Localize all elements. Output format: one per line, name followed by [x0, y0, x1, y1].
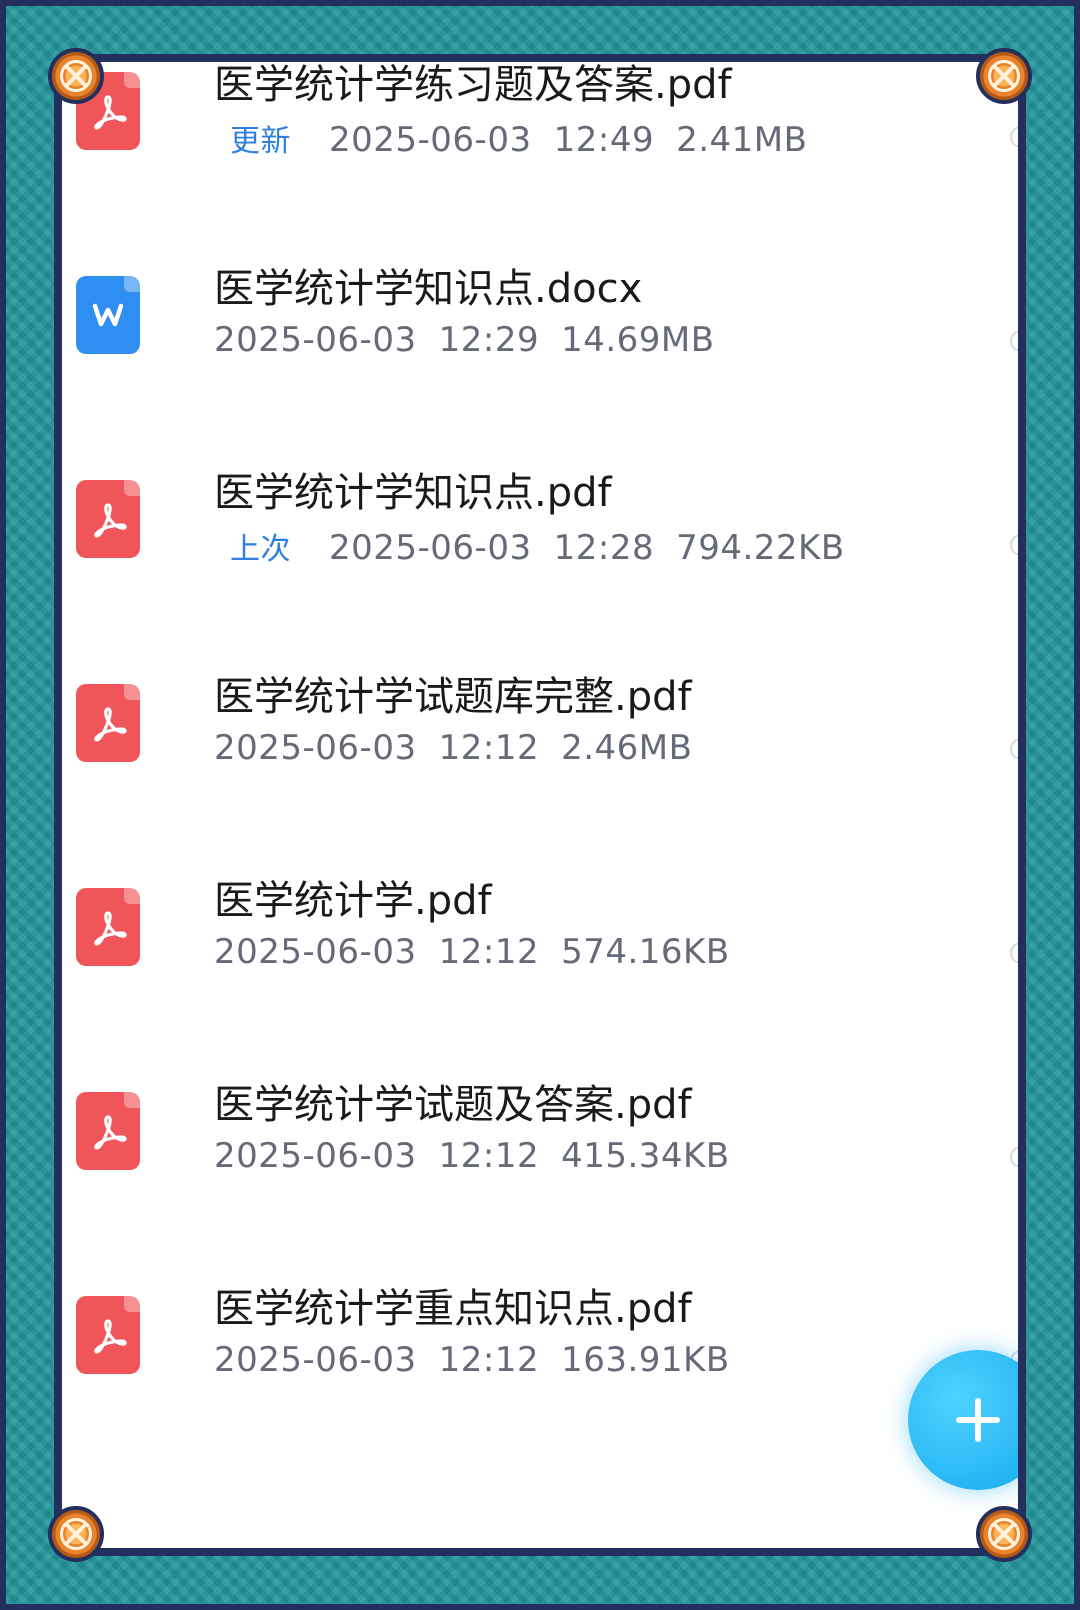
file-meta: 2025-06-03 12:12 415.34KB — [214, 1136, 730, 1176]
file-size: 574.16KB — [561, 932, 730, 972]
file-meta: 2025-06-03 12:12 574.16KB — [214, 932, 730, 972]
file-time: 12:28 — [553, 528, 655, 568]
file-status-tag: 更新 — [230, 124, 291, 159]
item-select-handle[interactable] — [1010, 942, 1018, 964]
file-date: 2025-06-03 — [214, 1340, 417, 1380]
file-time: 12:12 — [438, 1340, 540, 1380]
item-select-handle[interactable] — [1010, 330, 1018, 352]
corner-ornament — [48, 48, 104, 104]
item-select-handle[interactable] — [1010, 534, 1018, 556]
pdf-file-icon — [76, 1092, 140, 1170]
file-meta: 2025-06-03 12:12 2.46MB — [214, 728, 692, 768]
file-size: 2.46MB — [561, 728, 693, 768]
file-name: 医学统计学试题及答案.pdf — [214, 1082, 692, 1128]
file-date: 2025-06-03 — [214, 728, 417, 768]
file-name: 医学统计学知识点.docx — [214, 266, 643, 312]
file-time: 12:49 — [553, 120, 655, 160]
file-meta: 更新 2025-06-03 12:49 2.41MB — [214, 116, 807, 160]
file-date: 2025-06-03 — [214, 1136, 417, 1176]
file-meta: 2025-06-03 12:29 14.69MB — [214, 320, 715, 360]
file-list-item[interactable]: 医学统计学知识点.pdf 上次 2025-06-03 12:28 794.22KB — [62, 460, 1018, 660]
file-name: 医学统计学试题库完整.pdf — [214, 674, 692, 720]
file-date: 2025-06-03 — [329, 528, 532, 568]
file-list-item[interactable]: 医学统计学知识点.docx 2025-06-03 12:29 14.69MB — [62, 256, 1018, 456]
pdf-file-icon — [76, 1296, 140, 1374]
corner-ornament — [976, 48, 1032, 104]
file-list-item[interactable]: 医学统计学试题及答案.pdf 2025-06-03 12:12 415.34KB — [62, 1072, 1018, 1272]
file-list-item[interactable]: 医学统计学.pdf 2025-06-03 12:12 574.16KB — [62, 868, 1018, 1068]
file-list-item[interactable]: 医学统计学试题库完整.pdf 2025-06-03 12:12 2.46MB — [62, 664, 1018, 864]
corner-ornament — [976, 1506, 1032, 1562]
file-list-panel: 医学统计学练习题及答案.pdf 更新 2025-06-03 12:49 2.41MB 医学… — [54, 54, 1026, 1556]
file-size: 2.41MB — [676, 120, 808, 160]
item-select-handle[interactable] — [1010, 126, 1018, 148]
file-size: 794.22KB — [676, 528, 845, 568]
word-file-icon — [76, 276, 140, 354]
file-name: 医学统计学练习题及答案.pdf — [214, 62, 732, 108]
file-name: 医学统计学.pdf — [214, 878, 492, 924]
file-status-tag: 上次 — [230, 532, 291, 567]
item-select-handle[interactable] — [1010, 738, 1018, 760]
file-list-item[interactable]: 医学统计学重点知识点.pdf 2025-06-03 12:12 163.91KB — [62, 1276, 1018, 1476]
file-size: 415.34KB — [561, 1136, 730, 1176]
file-date: 2025-06-03 — [214, 932, 417, 972]
file-time: 12:12 — [438, 728, 540, 768]
plus-icon-stroke — [975, 1398, 981, 1442]
file-size: 14.69MB — [561, 320, 715, 360]
file-meta: 上次 2025-06-03 12:28 794.22KB — [214, 524, 845, 568]
file-name: 医学统计学重点知识点.pdf — [214, 1286, 692, 1332]
file-time: 12:29 — [438, 320, 540, 360]
pdf-file-icon — [76, 888, 140, 966]
pdf-file-icon — [76, 684, 140, 762]
file-meta: 2025-06-03 12:12 163.91KB — [214, 1340, 730, 1380]
file-time: 12:12 — [438, 932, 540, 972]
file-size: 163.91KB — [561, 1340, 730, 1380]
file-date: 2025-06-03 — [329, 120, 532, 160]
file-name: 医学统计学知识点.pdf — [214, 470, 612, 516]
file-list-item[interactable]: 医学统计学练习题及答案.pdf 更新 2025-06-03 12:49 2.41MB — [62, 62, 1018, 252]
pdf-file-icon — [76, 480, 140, 558]
file-time: 12:12 — [438, 1136, 540, 1176]
file-date: 2025-06-03 — [214, 320, 417, 360]
item-select-handle[interactable] — [1010, 1146, 1018, 1168]
corner-ornament — [48, 1506, 104, 1562]
